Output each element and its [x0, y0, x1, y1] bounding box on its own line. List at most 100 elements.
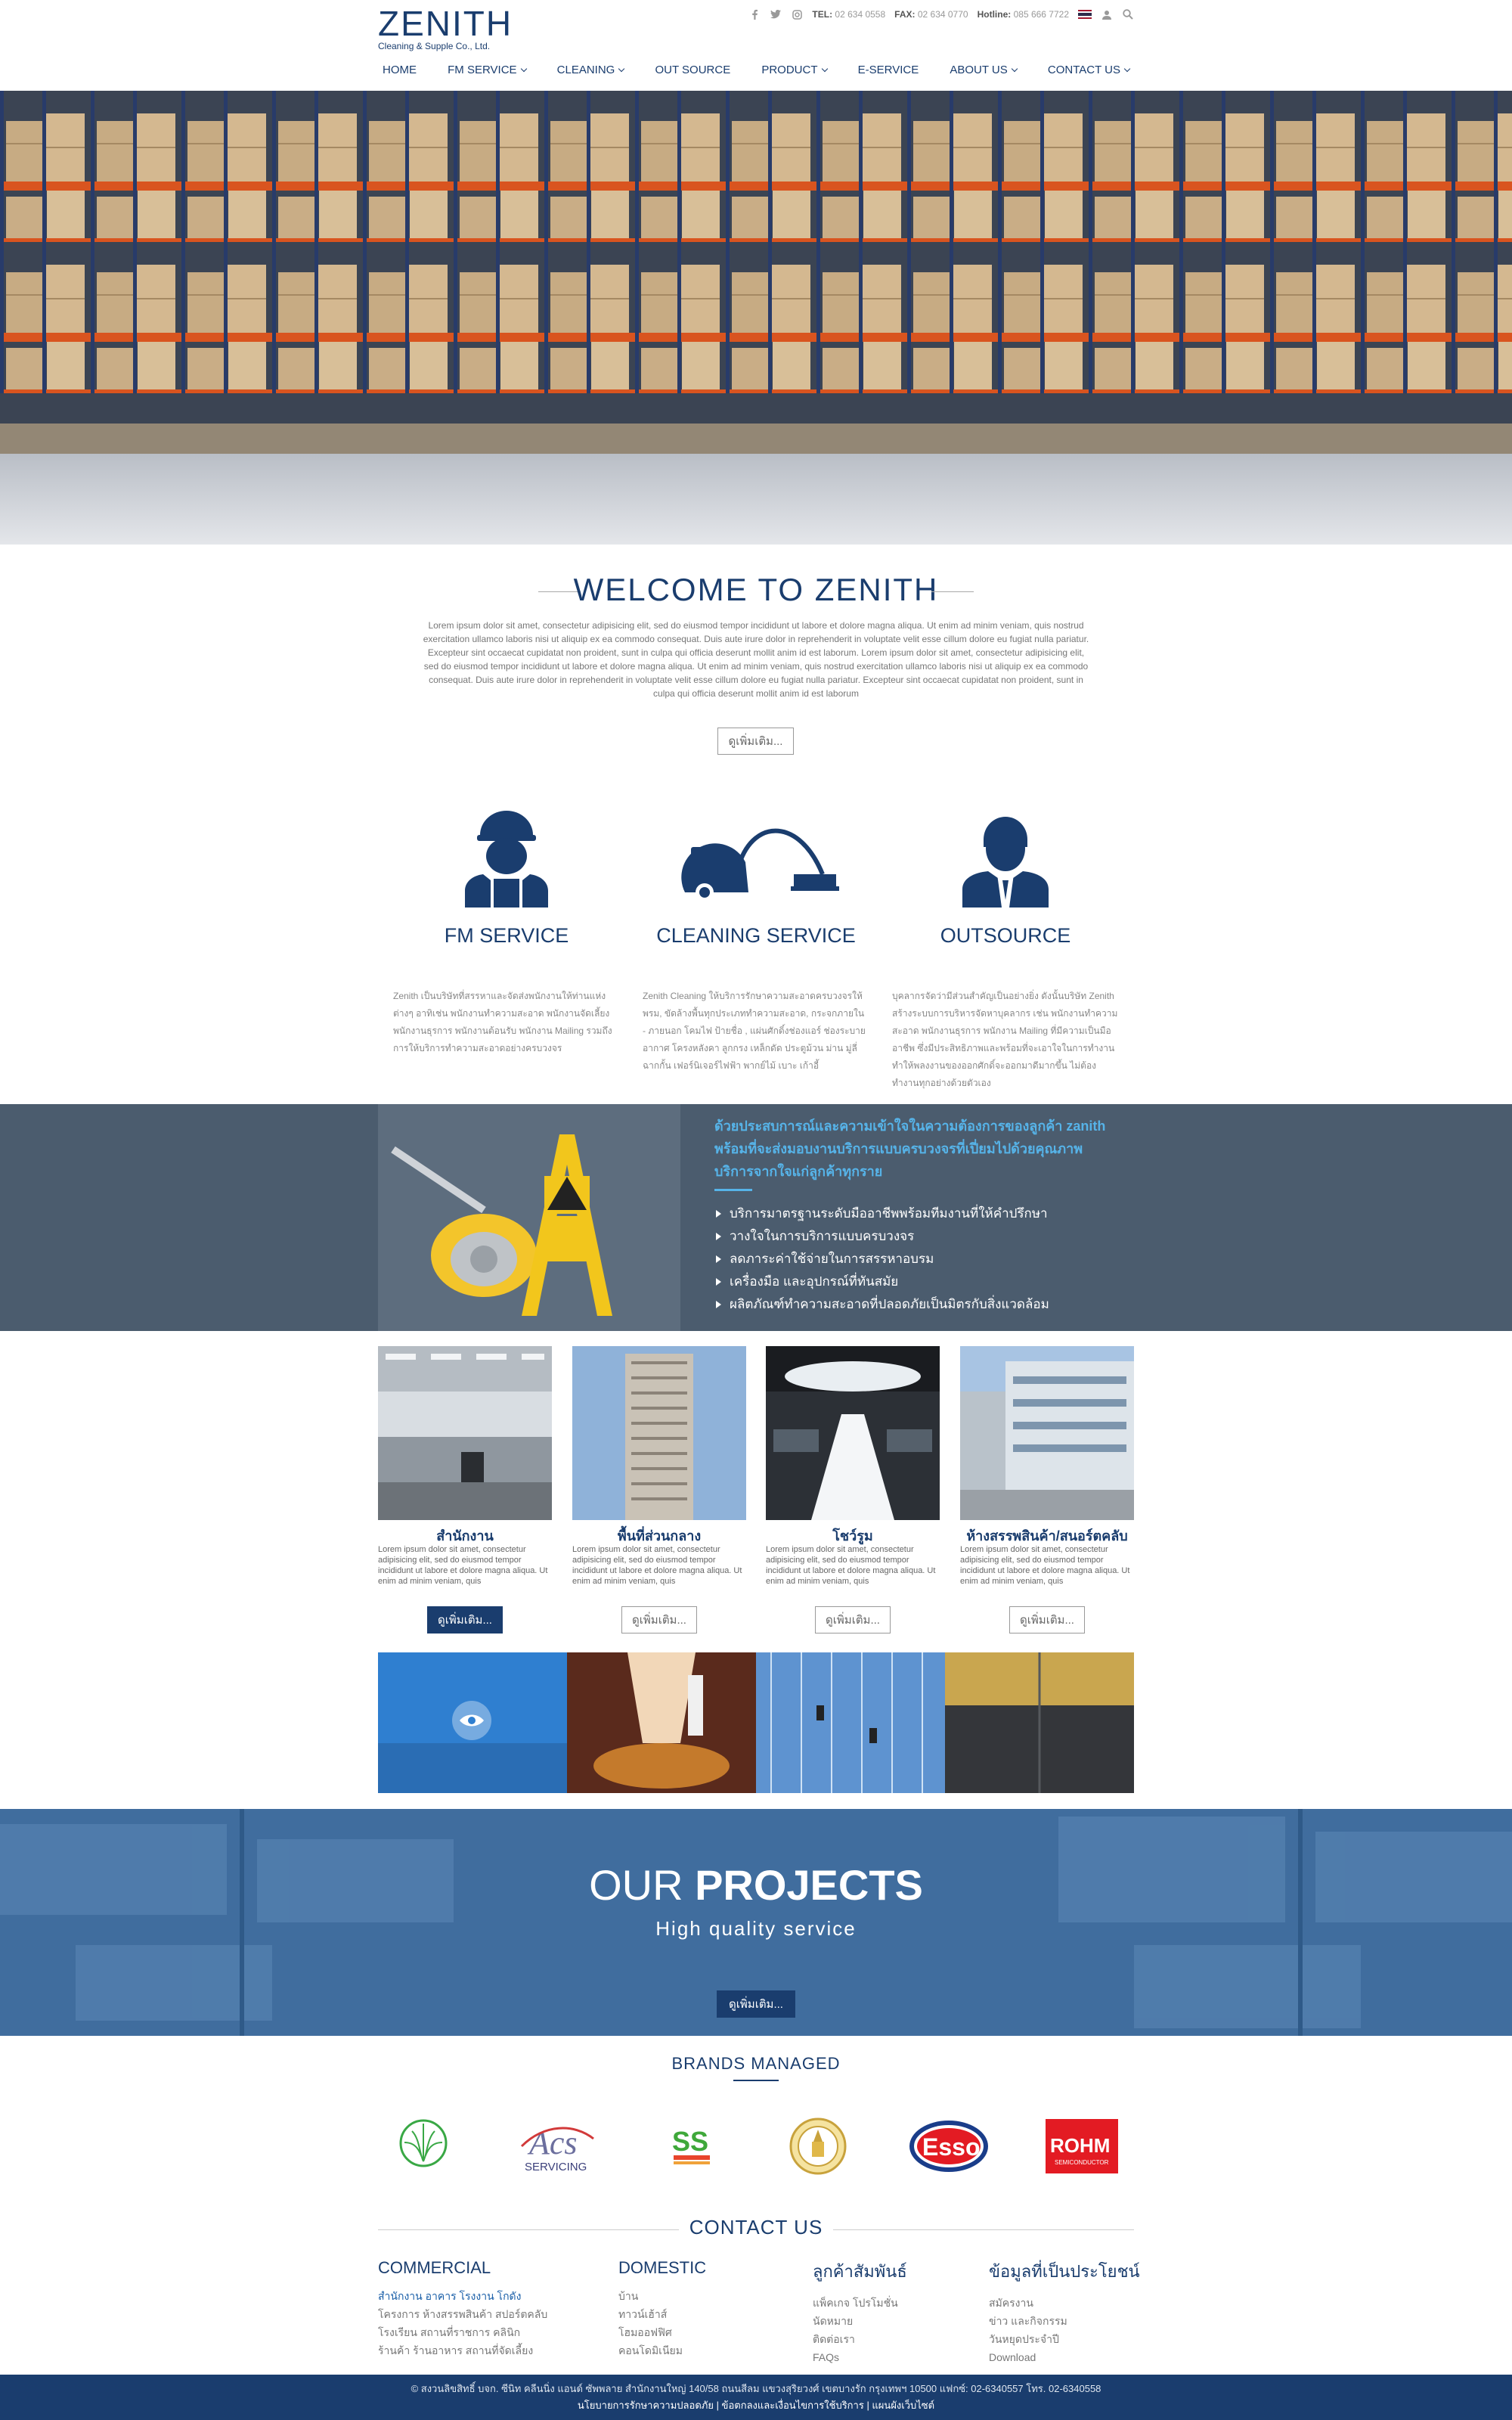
green-leaf-logo[interactable] — [382, 2116, 465, 2176]
divider — [931, 591, 974, 592]
gallery-item[interactable] — [567, 1652, 756, 1793]
contact-link[interactable]: บ้าน — [618, 2287, 706, 2305]
tel-value[interactable]: 02 634 0558 — [835, 9, 885, 20]
footer-links[interactable]: นโยบายการรักษาความปลอดภัย | ข้อตกลงและเง… — [0, 2397, 1512, 2414]
contact-link[interactable]: โครงการ ห้างสรรพสินค้า สปอร์ตคลับ — [378, 2305, 547, 2323]
mall-image[interactable] — [960, 1346, 1134, 1520]
category-card-showroom: โชว์รูม Lorem ipsum dolor sit amet, cons… — [766, 1346, 940, 1587]
nav-cleaning[interactable]: CLEANING — [553, 60, 629, 79]
card-title: โชว์รูม — [832, 1528, 873, 1544]
welcome-text: Lorem ipsum dolor sit amet, consectetur … — [423, 620, 1089, 699]
benefits-headline: ด้วยประสบการณ์และความเข้าใจในความต้องการ… — [714, 1118, 1106, 1179]
divider — [833, 2229, 1134, 2230]
contact-link[interactable]: สำนักงาน อาคาร โรงงาน โกดัง — [378, 2287, 547, 2305]
chevron-down-icon — [1123, 65, 1131, 72]
nav-product[interactable]: PRODUCT — [757, 60, 831, 79]
contact-link[interactable]: คอนโดมิเนียม — [618, 2341, 706, 2360]
nav-fm-service[interactable]: FM SERVICE — [443, 60, 530, 79]
list-item: เครื่องมือ และอุปกรณ์ที่ทันสมัย — [714, 1270, 1138, 1293]
contact-link[interactable]: แพ็คเกจ โปรโมชั่น — [813, 2294, 907, 2312]
warehouse-image — [0, 91, 1512, 544]
card-more-button[interactable]: ดูเพิ่มเติม... — [815, 1606, 891, 1634]
nav-about-us[interactable]: ABOUT US — [945, 60, 1021, 79]
card-text: Lorem ipsum dolor sit amet, consectetur … — [766, 1545, 936, 1586]
contact-link[interactable]: ติดต่อเรา — [813, 2330, 907, 2348]
contact-link[interactable]: ทาวน์เฮ้าส์ — [618, 2305, 706, 2323]
service-text: บุคลากรจัดว่ามีส่วนสำคัญเป็นอย่างยิ่ง ดั… — [892, 991, 1118, 1088]
column-heading: ข้อมูลที่เป็นประโยชน์ — [989, 2262, 1140, 2281]
office-image[interactable] — [378, 1346, 552, 1520]
contact-link[interactable]: ร้านค้า ร้านอาหาร สถานที่จัดเลี้ยง — [378, 2341, 547, 2360]
fax-group: FAX: 02 634 0770 — [894, 9, 968, 20]
gallery-item[interactable] — [756, 1652, 945, 1793]
card-more-button[interactable]: ดูเพิ่มเติม... — [621, 1606, 697, 1634]
hotline-group: Hotline: 085 666 7722 — [978, 9, 1069, 20]
acs-servicing-text: SERVICING — [525, 2161, 587, 2173]
fax-label: FAX: — [894, 9, 916, 20]
welcome-more-button[interactable]: ดูเพิ่มเติม... — [717, 728, 794, 755]
facebook-icon[interactable] — [748, 8, 761, 20]
card-more-button[interactable]: ดูเพิ่มเติม... — [427, 1606, 503, 1634]
card-text: Lorem ipsum dolor sit amet, consectetur … — [572, 1545, 742, 1586]
list-item: ลดภาระค่าใช้จ่ายในการสรรหาอบรม — [714, 1248, 1138, 1270]
chevron-down-icon — [821, 65, 828, 72]
nav-e-service[interactable]: E-SERVICE — [854, 60, 924, 79]
chevron-down-icon — [1011, 65, 1018, 72]
logo[interactable]: ZENITH Cleaning & Supple Co., Ltd. — [378, 5, 513, 51]
worker-icon — [465, 811, 548, 908]
ss-logo[interactable]: SS — [650, 2116, 733, 2176]
nav-label: CLEANING — [556, 64, 615, 76]
contact-link[interactable]: โรงเรียน สถานที่ราชการ คลินิก — [378, 2323, 547, 2341]
list-item: วางใจในการบริการแบบครบวงจร — [714, 1225, 1138, 1248]
businessman-icon — [962, 817, 1049, 908]
nav-home[interactable]: HOME — [378, 60, 421, 79]
contact-link[interactable]: นัดหมาย — [813, 2312, 907, 2330]
showroom-image[interactable] — [766, 1346, 940, 1520]
nav-out-source[interactable]: OUT SOURCE — [650, 60, 735, 79]
contact-column-commercial: COMMERCIAL สำนักงาน อาคาร โรงงาน โกดัง โ… — [378, 2258, 547, 2360]
twitter-icon[interactable] — [770, 8, 782, 20]
vacuum-cleaner-icon — [681, 828, 839, 901]
hotline-value[interactable]: 085 666 7722 — [1014, 9, 1069, 20]
contact-link[interactable]: โฮมออฟฟิศ — [618, 2323, 706, 2341]
thai-flag-icon[interactable] — [1078, 10, 1092, 19]
acs-servicing-logo[interactable]: Acs SERVICING — [514, 2116, 597, 2176]
hotline-label: Hotline: — [977, 9, 1012, 20]
nav-label: CONTACT US — [1047, 64, 1120, 76]
seal-emblem-logo[interactable] — [776, 2116, 860, 2176]
gallery-item[interactable] — [945, 1652, 1134, 1793]
chevron-down-icon — [520, 65, 527, 72]
nav-label: OUT SOURCE — [655, 64, 731, 76]
nav-contact-us[interactable]: CONTACT US — [1043, 60, 1134, 79]
instagram-icon[interactable] — [791, 8, 803, 20]
esso-logo[interactable]: Esso — [907, 2116, 990, 2176]
contact-link[interactable]: FAQs — [813, 2348, 907, 2366]
service-text: Zenith Cleaning ให้บริการรักษาความสะอาดค… — [643, 991, 866, 1071]
search-icon[interactable] — [1122, 8, 1134, 20]
contact-link[interactable]: Download — [989, 2348, 1140, 2366]
projects-title-bold: PROJECTS — [695, 1861, 923, 1909]
projects-title: OUR PROJECTS — [0, 1860, 1512, 1910]
site-footer: © สงวนลิขสิทธิ์ บจก. ซีนิท คลีนนิ่ง แอนด… — [0, 2375, 1512, 2420]
page: ZENITH Cleaning & Supple Co., Ltd. TEL: … — [0, 0, 1512, 2420]
user-icon[interactable] — [1101, 8, 1113, 20]
column-heading: ลูกค้าสัมพันธ์ — [813, 2262, 907, 2281]
list-item: บริการมาตรฐานระดับมืออาชีพพร้อมทีมงานที่… — [714, 1202, 1138, 1225]
card-more-button[interactable]: ดูเพิ่มเติม... — [1009, 1606, 1085, 1634]
contact-column-domestic: DOMESTIC บ้าน ทาวน์เฮ้าส์ โฮมออฟฟิศ คอนโ… — [618, 2258, 706, 2360]
contact-link[interactable]: วันหยุดประจำปี — [989, 2330, 1140, 2348]
fax-value: 02 634 0770 — [917, 9, 968, 20]
card-title: สำนักงาน — [436, 1528, 494, 1544]
hero-slider[interactable] — [0, 91, 1512, 544]
benefits-list: บริการมาตรฐานระดับมืออาชีพพร้อมทีมงานที่… — [714, 1202, 1138, 1316]
gallery-item[interactable] — [378, 1652, 567, 1793]
category-card-common-area: พื้นที่ส่วนกลาง Lorem ipsum dolor sit am… — [572, 1346, 746, 1587]
contact-link[interactable]: ข่าว และกิจกรรม — [989, 2312, 1140, 2330]
list-item: ผลิตภัณฑ์ทำความสะอาดที่ปลอดภัยเป็นมิตรกั… — [714, 1293, 1138, 1316]
rohm-logo[interactable]: ROHM SEMICONDUCTOR — [1040, 2116, 1123, 2176]
contact-link[interactable]: สมัครงาน — [989, 2294, 1140, 2312]
card-text: Lorem ipsum dolor sit amet, consectetur … — [378, 1545, 548, 1586]
building-image[interactable] — [572, 1346, 746, 1520]
welcome-title: WELCOME TO ZENITH — [573, 572, 939, 607]
projects-more-button[interactable]: ดูเพิ่มเติม... — [717, 1990, 795, 2018]
